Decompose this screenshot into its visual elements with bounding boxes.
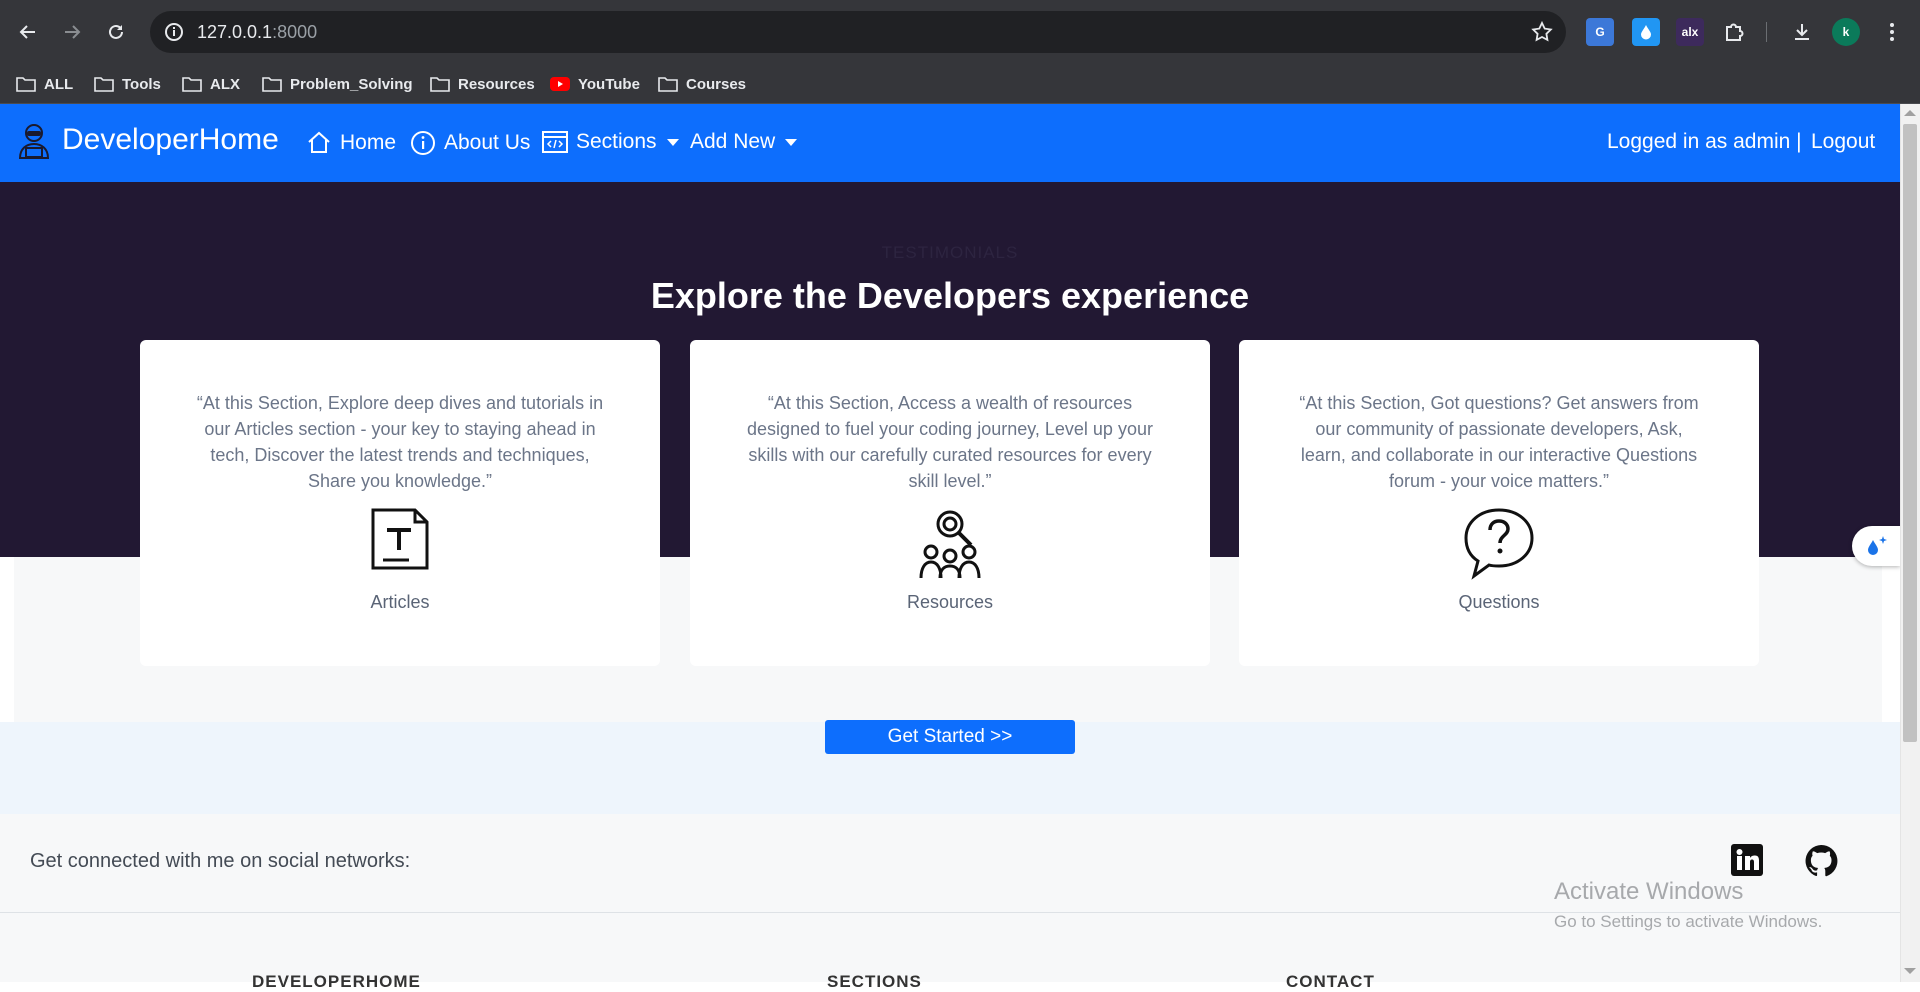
brand-name: DeveloperHome: [62, 123, 279, 156]
activate-subtitle: Go to Settings to activate Windows.: [1554, 912, 1823, 931]
youtube-icon: [550, 77, 570, 91]
bookmark-label: YouTube: [578, 75, 640, 93]
home-icon: [308, 131, 330, 153]
reload-button[interactable]: [98, 14, 134, 50]
bookmark-youtube[interactable]: YouTube: [550, 70, 640, 98]
droplet-icon: [1641, 25, 1651, 40]
browser-menu-button[interactable]: [1878, 18, 1906, 46]
bookmark-folder-courses[interactable]: Courses: [658, 70, 746, 98]
bookmark-label: ALX: [210, 75, 240, 93]
footer-heading-contact: CONTACT: [1286, 972, 1375, 991]
bookmark-label: Problem_Solving: [290, 75, 413, 93]
url-host: 127.0.0.1: [197, 22, 273, 42]
download-icon: [1795, 24, 1809, 40]
bookmarks-bar: ALL Tools ALX Problem_Solving Resources …: [0, 64, 1920, 104]
back-button[interactable]: [10, 14, 46, 50]
bookmark-folder-problem-solving[interactable]: Problem_Solving: [262, 70, 413, 98]
nav-home[interactable]: Home: [306, 130, 396, 156]
address-bar[interactable]: 127.0.0.1:8000: [150, 11, 1566, 53]
extensions-puzzle-icon[interactable]: [1720, 18, 1748, 46]
card-resources[interactable]: “At this Section, Access a wealth of res…: [690, 340, 1210, 666]
logout-link[interactable]: Logout: [1811, 130, 1875, 154]
folder-icon: [16, 77, 36, 92]
nav-about-label: About Us: [444, 131, 531, 154]
brand-link[interactable]: DeveloperHome: [14, 120, 279, 160]
code-window-icon: [542, 131, 568, 153]
card-quote: “At this Section, Got questions? Get ans…: [1299, 393, 1699, 491]
puzzle-icon: [1726, 23, 1744, 41]
linkedin-icon[interactable]: [1731, 844, 1765, 878]
bookmark-label: ALL: [44, 75, 74, 93]
section-eyebrow: TESTIMONIALS: [881, 243, 1019, 262]
card-caption: Resources: [906, 592, 994, 612]
bookmark-star-icon[interactable]: [1530, 20, 1554, 44]
browser-toolbar: 127.0.0.1:8000 G alx k: [0, 0, 1920, 64]
folder-icon: [182, 77, 202, 92]
chevron-down-icon: [666, 138, 679, 146]
card-articles[interactable]: “At this Section, Explore deep dives and…: [140, 340, 660, 666]
site-info-icon[interactable]: [162, 20, 186, 44]
card-quote: “At this Section, Access a wealth of res…: [747, 393, 1153, 491]
alx-extension-icon[interactable]: alx: [1676, 18, 1704, 46]
url-text[interactable]: 127.0.0.1:8000: [197, 22, 317, 43]
reload-icon: [109, 24, 123, 39]
back-arrow-icon: [19, 25, 35, 39]
article-icon: [371, 508, 429, 570]
get-started-button[interactable]: Get Started >>: [825, 720, 1075, 754]
card-caption: Articles: [370, 592, 430, 612]
card-quote: “At this Section, Explore deep dives and…: [196, 393, 604, 491]
folder-icon: [262, 77, 282, 92]
folder-icon: [94, 77, 114, 92]
chevron-down-icon: [785, 138, 798, 146]
toolbar-divider: [1766, 22, 1767, 42]
nav-home-label: Home: [340, 131, 397, 154]
translate-extension-icon[interactable]: G: [1586, 18, 1614, 46]
resources-icon: [919, 510, 981, 579]
info-icon: [411, 131, 435, 155]
windows-activation-watermark: Activate Windows Go to Settings to activ…: [1554, 878, 1822, 932]
floating-assistant-button[interactable]: [1852, 526, 1900, 566]
scrollbar-thumb[interactable]: [1903, 124, 1917, 742]
social-networks-text: Get connected with me on social networks…: [30, 850, 411, 872]
folder-icon: [430, 77, 450, 92]
more-vert-icon: [1890, 23, 1894, 41]
url-port: :8000: [272, 22, 318, 42]
bookmark-folder-all[interactable]: ALL: [16, 70, 73, 98]
nav-add-new-label: Add New: [690, 130, 776, 153]
activate-title: Activate Windows: [1554, 878, 1744, 905]
bookmark-label: Resources: [458, 75, 535, 93]
bookmark-label: Courses: [686, 75, 747, 93]
github-icon[interactable]: [1804, 844, 1838, 878]
folder-icon: [658, 77, 678, 92]
logged-in-status: Logged in as admin |: [1607, 130, 1802, 153]
bookmark-folder-tools[interactable]: Tools: [94, 70, 161, 98]
site-navbar: DeveloperHome Home About Us Sections Add…: [0, 104, 1900, 182]
card-caption: Questions: [1458, 592, 1540, 612]
profile-avatar[interactable]: k: [1832, 18, 1860, 46]
scroll-down-arrow-icon[interactable]: [1904, 968, 1916, 974]
nav-add-new-dropdown[interactable]: Add New: [690, 130, 798, 154]
nav-sections-label: Sections: [576, 130, 657, 153]
developer-logo-icon: [18, 124, 50, 159]
downloads-button[interactable]: [1788, 18, 1816, 46]
bookmark-folder-alx[interactable]: ALX: [182, 70, 240, 98]
sparkle-droplet-icon: [1868, 536, 1887, 555]
card-questions[interactable]: “At this Section, Got questions? Get ans…: [1239, 340, 1759, 666]
bookmark-folder-resources[interactable]: Resources: [430, 70, 535, 98]
question-icon: [1464, 508, 1534, 580]
footer-heading-sections: SECTIONS: [827, 972, 922, 991]
nav-about[interactable]: About Us: [410, 130, 530, 156]
footer-heading-developerhome: DEVELOPERHOME: [252, 972, 421, 991]
droplet-extension-icon[interactable]: [1632, 18, 1660, 46]
forward-button[interactable]: [54, 14, 90, 50]
bookmark-label: Tools: [122, 75, 161, 93]
scroll-up-arrow-icon[interactable]: [1904, 110, 1916, 116]
section-title: Explore the Developers experience: [650, 275, 1250, 316]
nav-sections-dropdown[interactable]: Sections: [542, 130, 679, 154]
forward-arrow-icon: [65, 25, 81, 39]
